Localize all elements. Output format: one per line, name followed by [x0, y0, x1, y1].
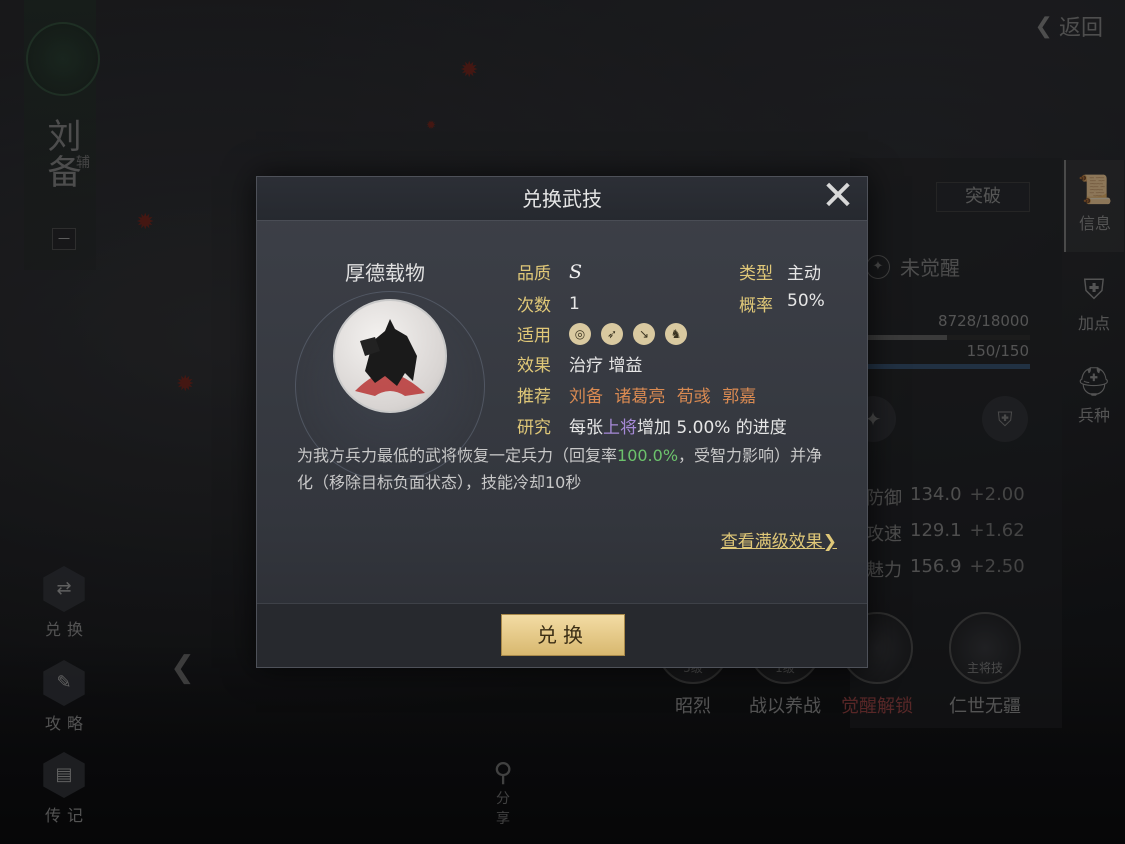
detail-effect: 效果 治疗 增益 — [517, 351, 642, 376]
detail-count: 次数 1 — [517, 291, 580, 317]
detail-key: 研究 — [517, 418, 551, 438]
detail-value: S — [569, 260, 583, 283]
detail-value: 1 — [569, 293, 580, 314]
exchange-skill-dialog: 兑换武技 ✕ 厚德载物 品质 S 类型 主动 次数 1 概率 50% 适用 ◎ ➶… — [256, 173, 868, 668]
horse-icon: ♞ — [665, 322, 687, 345]
applicable-icons: ◎ ➶ ↘ ♞ — [569, 322, 697, 345]
horseman-icon — [355, 319, 425, 396]
spear-icon: ↘ — [633, 322, 655, 345]
recommended-hero: 诸葛亮 — [614, 387, 666, 407]
research-highlight: 上将 — [603, 418, 637, 438]
detail-key: 概率 — [739, 296, 773, 316]
bow-icon: ➶ — [601, 322, 623, 345]
dialog-title: 兑换武技 — [257, 177, 867, 221]
detail-key: 推荐 — [517, 387, 551, 407]
detail-value: 每张上将增加 5.00% 的进度 — [569, 413, 787, 438]
detail-key: 次数 — [517, 296, 551, 316]
desc-text: 为我方兵力最低的武将恢复一定兵力（回复率 — [297, 446, 618, 465]
research-suffix: 增加 5.00% 的进度 — [637, 418, 787, 438]
detail-applicable: 适用 ◎ ➶ ↘ ♞ — [517, 321, 697, 346]
detail-value: 50% — [787, 291, 825, 311]
detail-type: 类型 主动 — [739, 259, 821, 284]
detail-key: 效果 — [517, 356, 551, 376]
desc-highlight: 100.0% — [617, 446, 679, 465]
exchange-button[interactable]: 兑换 — [501, 614, 625, 656]
skill-description: 为我方兵力最低的武将恢复一定兵力（回复率100.0%，受智力影响）并净化（移除目… — [297, 442, 837, 496]
detail-quality: 品质 S — [517, 259, 583, 285]
detail-key: 品质 — [517, 264, 551, 284]
detail-research: 研究 每张上将增加 5.00% 的进度 — [517, 413, 787, 438]
recommended-hero: 刘备 — [569, 387, 603, 407]
detail-rate: 概率 50% — [739, 291, 825, 316]
view-max-level-link[interactable]: 查看满级效果❯ — [721, 527, 837, 552]
detail-key: 适用 — [517, 326, 551, 346]
detail-recommend: 推荐 刘备 诸葛亮 荀彧 郭嘉 — [517, 382, 762, 407]
close-icon[interactable]: ✕ — [815, 173, 861, 219]
shield-icon: ◎ — [569, 322, 591, 345]
detail-key: 类型 — [739, 264, 773, 284]
detail-value: 主动 — [787, 264, 821, 284]
research-prefix: 每张 — [569, 418, 603, 438]
recommended-hero: 郭嘉 — [722, 387, 757, 407]
detail-value: 治疗 增益 — [569, 356, 643, 376]
skill-portrait — [333, 299, 447, 413]
skill-name-title: 厚德载物 — [345, 261, 425, 285]
recommended-hero: 荀彧 — [676, 387, 711, 407]
